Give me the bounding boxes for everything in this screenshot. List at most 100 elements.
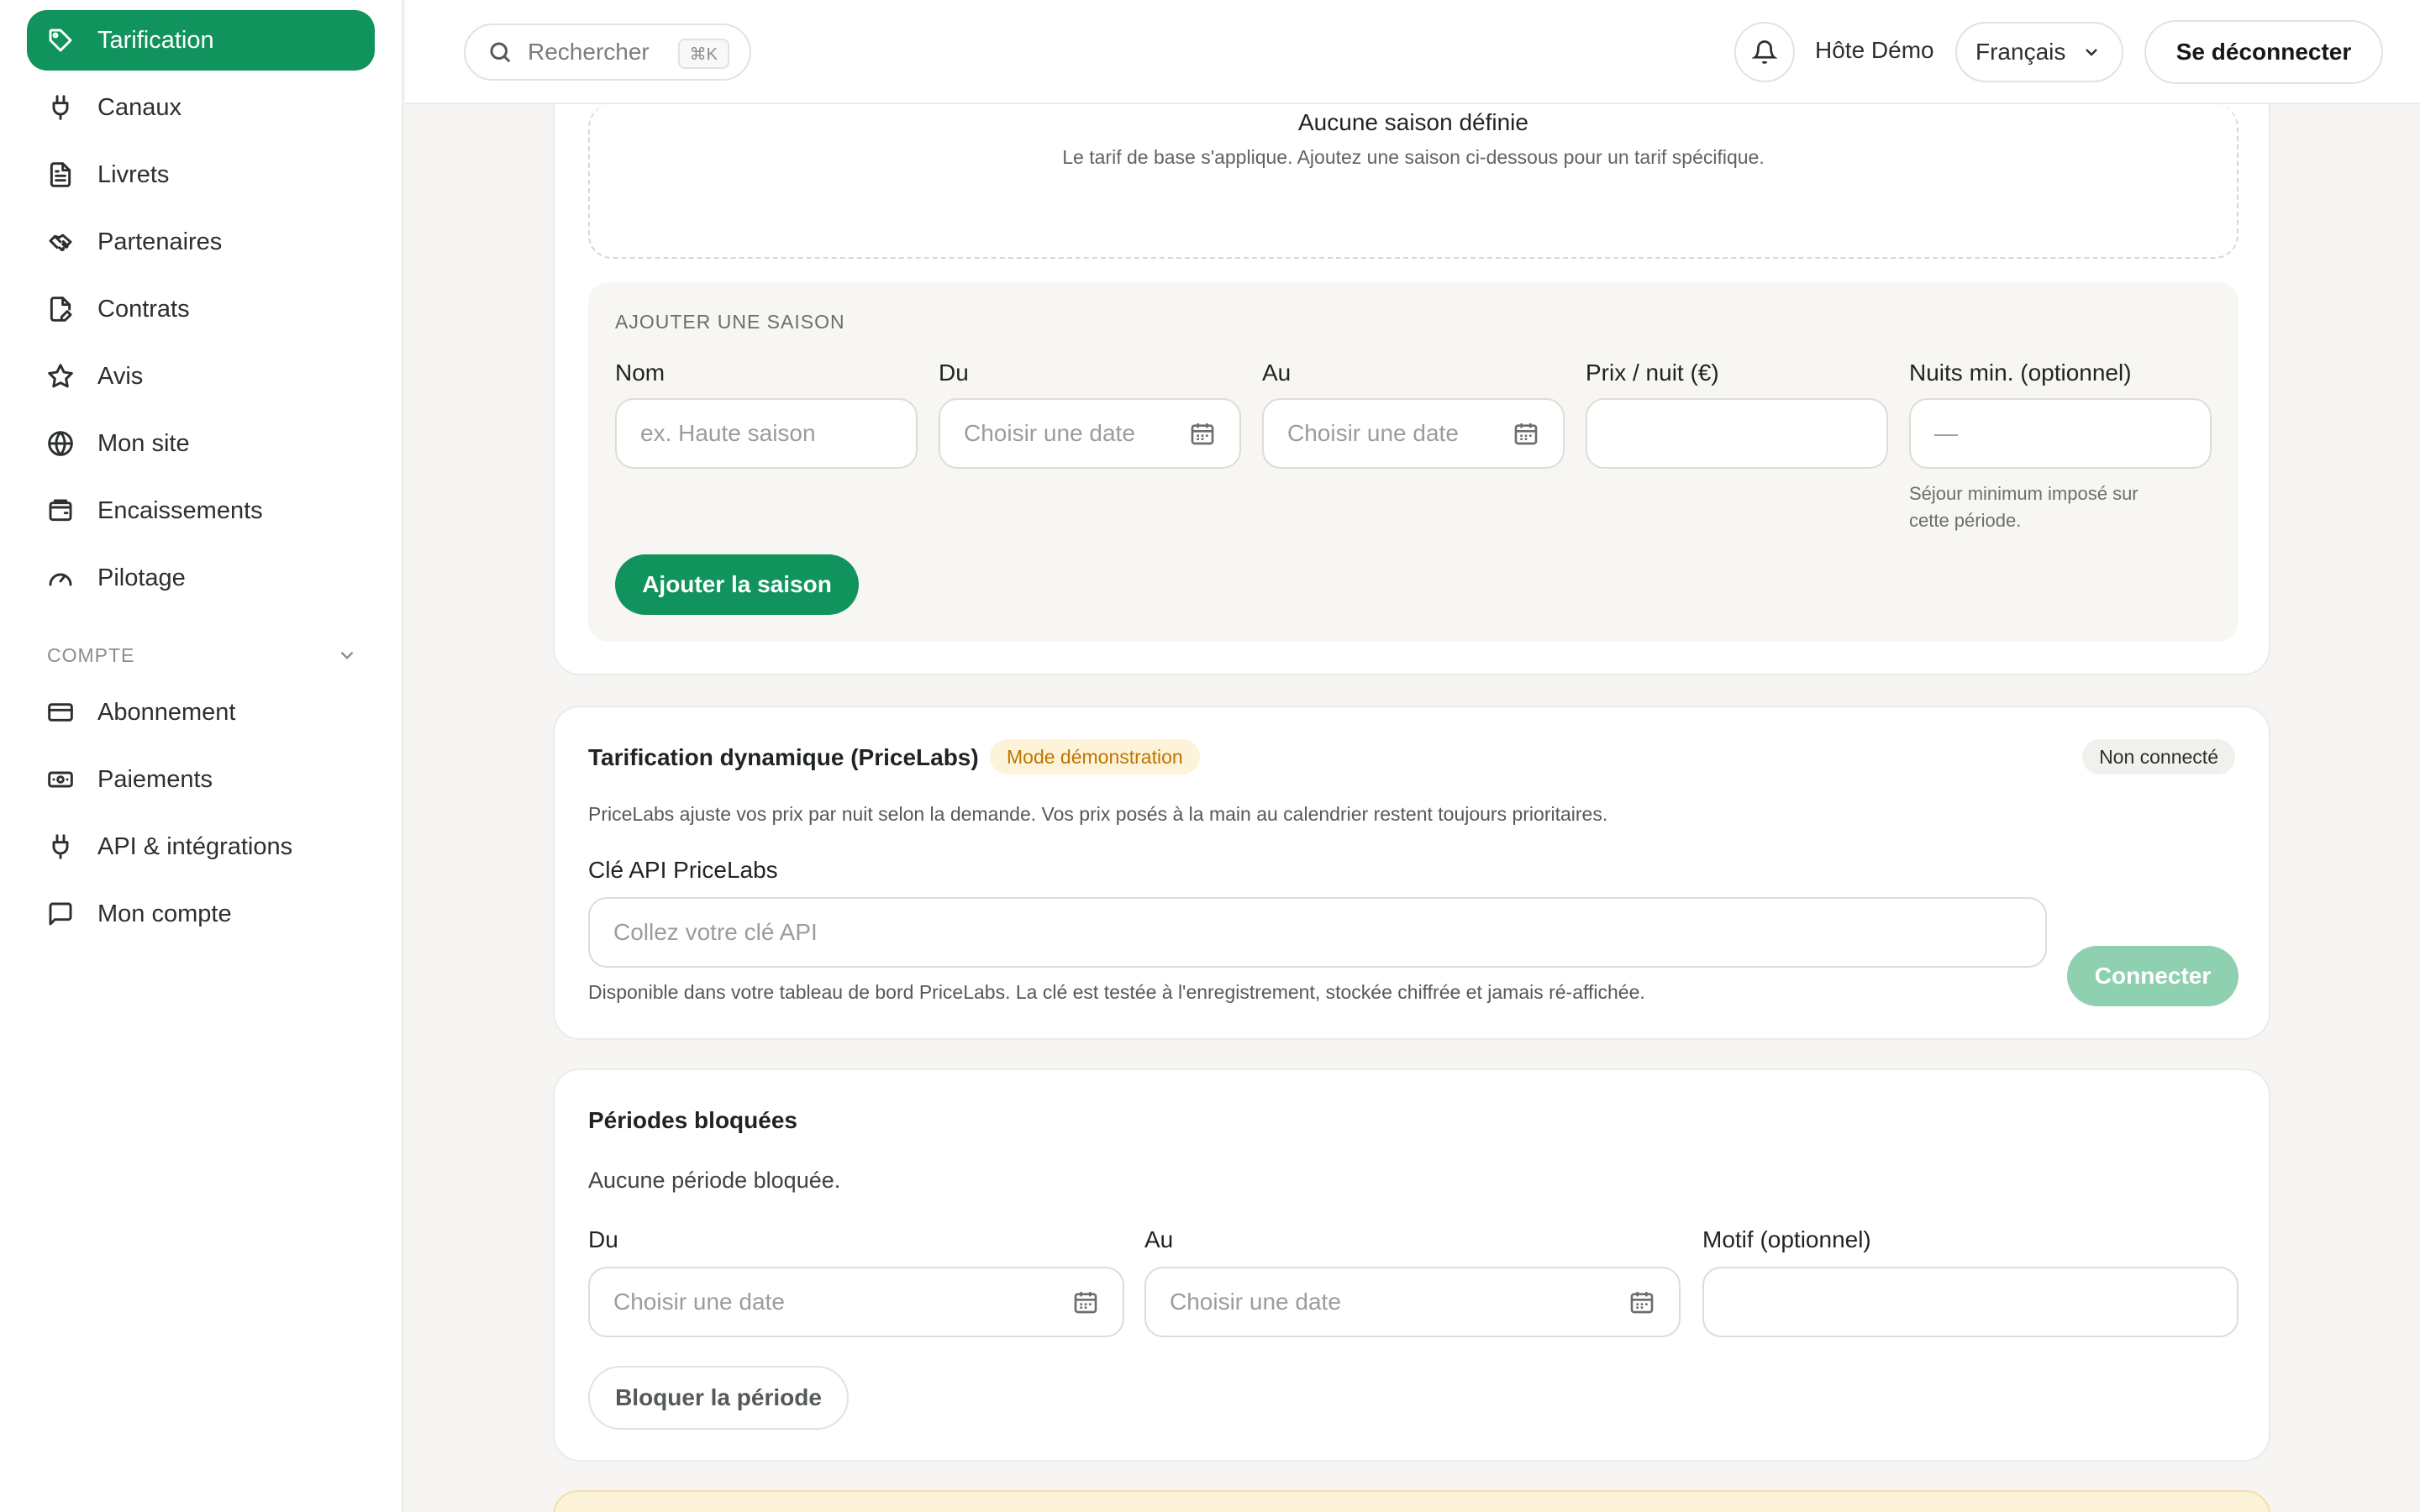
season-min-nights-label: Nuits min. (optionnel) [1909,360,2132,386]
season-to-date[interactable]: Choisir une date [1262,398,1565,469]
season-to-placeholder: Choisir une date [1287,420,1459,446]
empty-subtitle: Le tarif de base s'applique. Ajoutez une… [1062,146,1765,168]
bell-icon [1752,40,1777,64]
season-name-label: Nom [615,360,666,386]
blocked-to-label: Au [1144,1226,1174,1252]
section-toggle-compte[interactable]: COMPTE [47,640,358,670]
blocked-from-label: Du [588,1226,618,1252]
season-to-label: Au [1262,360,1292,386]
seasons-empty-state: Aucune saison définie Le tarif de base s… [588,104,2238,259]
sidebar-item-label: Canaux [97,93,182,121]
plug-icon [47,94,74,121]
language-select[interactable]: Français [1955,22,2123,82]
blocked-to-date[interactable]: Choisir une date [1144,1267,1681,1337]
chat-icon [47,900,74,927]
blocked-from-placeholder: Choisir une date [613,1289,785,1315]
add-season-button[interactable]: Ajouter la saison [615,554,859,615]
add-season-form: AJOUTER UNE SAISON Nom ex. Haute saison … [588,282,2238,642]
blocked-to-placeholder: Choisir une date [1170,1289,1341,1315]
season-price-label: Prix / nuit (€) [1586,360,1719,386]
pricelabs-title: Tarification dynamique (PriceLabs) [588,744,979,770]
contract-icon [47,296,74,323]
sidebar-item-label: Pilotage [97,564,186,591]
plug-icon [47,833,74,860]
calendar-icon [1191,423,1214,445]
sidebar-item-label: Mon compte [97,900,232,927]
gauge-icon [47,564,74,591]
sidebar-item-label: Avis [97,362,144,390]
min-nights-hint-line: cette période. [1909,510,2022,531]
chevron-down-icon [340,651,354,659]
sidebar-item-label: Livrets [97,160,170,188]
add-season-title: AJOUTER UNE SAISON [615,311,845,333]
sidebar-item-label: Paiements [97,765,213,793]
blocked-reason-label: Motif (optionnel) [1702,1226,1871,1252]
tag-icon [47,27,74,54]
season-from-label: Du [939,360,969,386]
search-input[interactable]: Rechercher ⌘K [464,24,751,81]
sidebar-item-avis[interactable]: Avis [27,346,375,407]
sidebar-item-label: Encaissements [97,496,263,524]
sidebar: Tarification Canaux Livrets Partenaires … [0,0,403,1512]
empty-title: Aucune saison définie [1298,109,1528,135]
document-icon [47,161,74,188]
sidebar-item-partenaires[interactable]: Partenaires [27,212,375,272]
pricelabs-card: Tarification dynamique (PriceLabs) Mode … [553,706,2270,1040]
connection-status-badge: Non connecté [2082,739,2235,774]
blocked-periods-card: Périodes bloquées Aucune période bloquée… [553,1068,2270,1462]
sidebar-item-label: Mon site [97,429,190,457]
credit-card-icon [47,699,74,726]
blocked-title: Périodes bloquées [588,1107,797,1133]
demo-mode-badge: Mode démonstration [990,739,1200,774]
block-period-button[interactable]: Bloquer la période [588,1366,849,1430]
search-shortcut: ⌘K [677,39,729,69]
sidebar-item-canaux[interactable]: Canaux [27,77,375,138]
topbar: Rechercher ⌘K Hôte Démo Français Se déco… [405,0,2420,104]
section-label: COMPTE [47,643,135,666]
globe-icon [47,430,74,457]
notifications-button[interactable] [1734,22,1795,82]
api-key-label: Clé API PriceLabs [588,857,778,883]
sidebar-item-contrats[interactable]: Contrats [27,279,375,339]
sidebar-item-label: Tarification [97,26,214,54]
sidebar-item-mon-compte[interactable]: Mon compte [27,884,375,944]
logout-button[interactable]: Se déconnecter [2144,20,2383,84]
sidebar-item-api[interactable]: API & intégrations [27,816,375,877]
next-card-peek [553,1490,2270,1512]
pricelabs-description: PriceLabs ajuste vos prix par nuit selon… [588,803,1608,825]
sidebar-item-mon-site[interactable]: Mon site [27,413,375,474]
calendar-icon [1514,423,1538,445]
season-from-placeholder: Choisir une date [964,420,1135,446]
sidebar-item-paiements[interactable]: Paiements [27,749,375,810]
sidebar-item-label: Contrats [97,295,190,323]
season-price-input[interactable] [1586,398,1888,469]
banknote-icon [47,766,74,793]
season-name-input[interactable]: ex. Haute saison [615,398,918,469]
connect-button[interactable]: Connecter [2067,946,2238,1006]
sidebar-item-label: API & intégrations [97,832,293,860]
language-value: Français [1975,39,2066,65]
season-min-nights-input[interactable]: — [1909,398,2212,469]
wallet-icon [47,497,74,524]
calendar-icon [1630,1292,1654,1314]
season-min-nights-placeholder: — [1934,420,1958,446]
api-key-hint: Disponible dans votre tableau de bord Pr… [588,981,1645,1003]
sidebar-item-encaissements[interactable]: Encaissements [27,480,375,541]
sidebar-item-tarification[interactable]: Tarification [27,10,375,71]
blocked-from-date[interactable]: Choisir une date [588,1267,1124,1337]
sidebar-item-label: Abonnement [97,698,236,726]
host-name: Hôte Démo [1815,37,1934,63]
blocked-reason-input[interactable] [1702,1267,2238,1337]
star-icon [47,363,74,390]
min-nights-hint: Séjour minimum imposé sur cette période. [1909,480,2139,534]
handshake-icon [47,228,74,255]
season-from-date[interactable]: Choisir une date [939,398,1241,469]
blocked-empty-text: Aucune période bloquée. [588,1168,841,1193]
season-name-placeholder: ex. Haute saison [640,420,816,446]
sidebar-item-label: Partenaires [97,228,223,255]
api-key-placeholder: Collez votre clé API [613,919,818,945]
sidebar-item-abonnement[interactable]: Abonnement [27,682,375,743]
sidebar-item-pilotage[interactable]: Pilotage [27,548,375,608]
sidebar-item-livrets[interactable]: Livrets [27,144,375,205]
api-key-input[interactable]: Collez votre clé API [588,897,2047,968]
